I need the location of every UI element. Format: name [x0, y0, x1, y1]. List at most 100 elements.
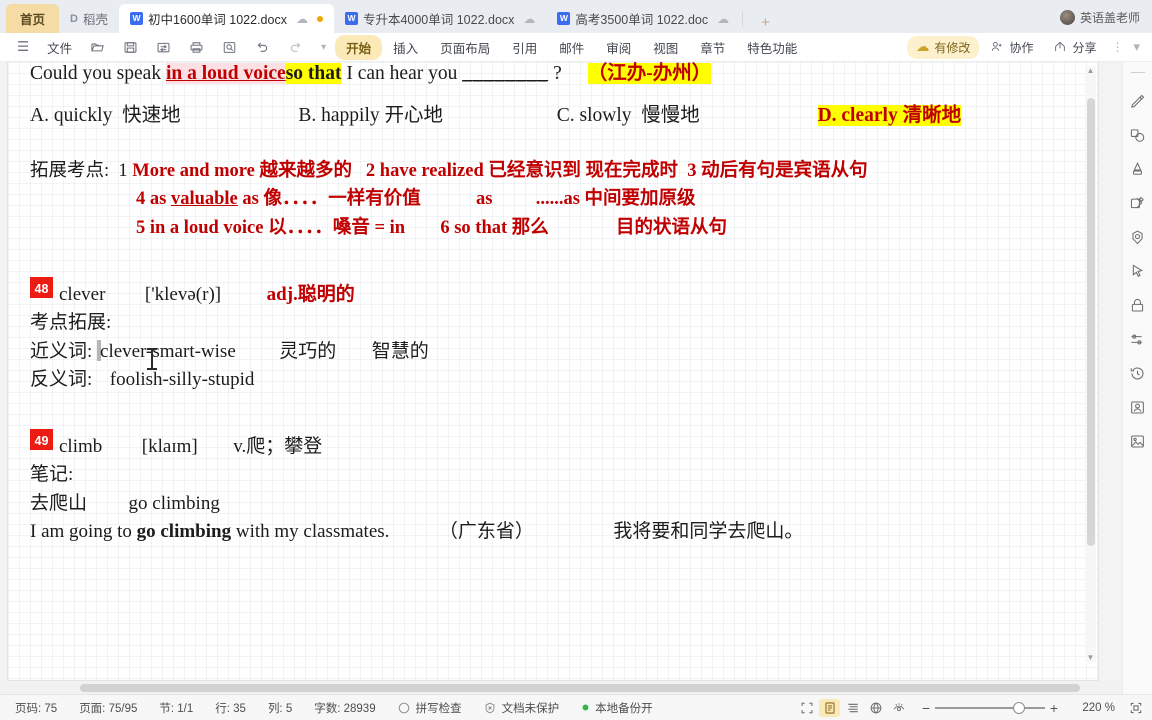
stamp-annotate-icon[interactable] — [1128, 193, 1148, 213]
select-cursor-icon[interactable] — [1128, 261, 1148, 281]
ribbon-tab-start[interactable]: 开始 — [335, 34, 383, 60]
redo-button[interactable] — [279, 37, 312, 58]
status-word-count[interactable]: 字数: 28939 — [303, 700, 386, 716]
unprotected-icon — [484, 701, 497, 714]
ext-line3-en: in a loud voice — [149, 217, 264, 238]
page-view-icon[interactable] — [819, 698, 840, 717]
status-page-number[interactable]: 页码: 75 — [4, 700, 68, 716]
outline-view-icon[interactable] — [842, 699, 863, 717]
status-pages[interactable]: 页面: 75/95 — [68, 700, 148, 716]
tab-docer[interactable]: D 稻壳 — [59, 4, 119, 33]
user-account[interactable]: 英语盖老师 — [1059, 9, 1140, 26]
cloud-icon[interactable]: ☁ — [717, 12, 729, 26]
wps-writer-icon: W — [129, 12, 143, 25]
zoom-slider[interactable]: − + — [917, 700, 1063, 716]
status-column[interactable]: 列: 5 — [257, 700, 303, 716]
ribbon-tab-mailings[interactable]: 邮件 — [548, 35, 595, 60]
status-protection[interactable]: 文档未保护 — [473, 700, 571, 716]
entry-49-phonetic: [klaɪm] — [141, 435, 198, 457]
word-entry-48: 48 clever ['klevə(r)] adj.聪明的 考点拓展: 近义词: … — [30, 276, 1076, 395]
document-page[interactable]: Could you speak in a loud voiceso that I… — [8, 62, 1098, 680]
chevron-down-icon[interactable]: ▾ — [1129, 39, 1144, 55]
entry-48-row-0-extra2: 智慧的 — [371, 340, 429, 362]
ribbon-tab-section[interactable]: 章节 — [689, 35, 736, 60]
ext-cn-3: 动后有句是宾语从句 — [701, 160, 868, 181]
customize-quick-access-button[interactable]: ▾ — [312, 39, 335, 56]
entry-48-pos: adj.聪明的 — [266, 283, 355, 305]
shapes-icon[interactable] — [1128, 125, 1148, 145]
save-button[interactable] — [114, 37, 147, 58]
docer-icon: D — [70, 12, 78, 25]
ribbon-tab-view[interactable]: 视图 — [642, 35, 689, 60]
user-name-label: 英语盖老师 — [1079, 11, 1140, 25]
ribbon-tab-insert[interactable]: 插入 — [382, 35, 429, 60]
fit-page-icon[interactable] — [1125, 699, 1146, 717]
cloud-icon[interactable]: ☁ — [523, 12, 535, 26]
ribbon-right-actions: ☁ 有修改 协作 分享 ⋮ ▾ — [906, 35, 1144, 59]
modified-status-button[interactable]: ☁ 有修改 — [906, 35, 980, 59]
sliders-settings-icon[interactable] — [1128, 329, 1148, 349]
open-folder-button[interactable] — [81, 37, 114, 58]
entry-49-example-translation: 我将要和同学去爬山。 — [613, 521, 804, 543]
tab-doc-1[interactable]: W 初中1600单词 1022.docx ☁ — [118, 4, 334, 33]
web-view-icon[interactable] — [865, 699, 886, 717]
ext-line2-tail1: as — [475, 189, 493, 210]
cloud-icon[interactable]: ☁ — [296, 12, 308, 26]
lock-icon[interactable] — [1128, 295, 1148, 315]
share-button[interactable]: 分享 — [1044, 36, 1105, 59]
app-menu-button[interactable]: ☰ — [8, 36, 38, 58]
tab-doc-2-label: 专升本4000单词 1022.docx — [362, 13, 515, 27]
entry-49-example-bold: go climbing — [136, 521, 232, 543]
zoom-in-button[interactable]: + — [1045, 700, 1063, 716]
hamburger-icon: ☰ — [17, 39, 30, 54]
status-backup[interactable]: 本地备份开 — [570, 700, 664, 716]
horizontal-scrollbar[interactable] — [0, 681, 1122, 694]
print-button[interactable] — [180, 37, 213, 58]
history-clock-icon[interactable] — [1128, 363, 1148, 383]
tab-home[interactable]: 首页 — [6, 4, 60, 33]
entry-49-example-pre: I am going to — [30, 521, 137, 543]
entry-48-header: 48 clever ['klevə(r)] adj.聪明的 — [30, 276, 1076, 310]
zoom-out-button[interactable]: − — [917, 700, 935, 716]
file-menu-button[interactable]: 文件 — [38, 35, 81, 60]
undo-button[interactable] — [246, 37, 279, 58]
save-icon — [123, 40, 138, 55]
tab-doc-2[interactable]: W 专升本4000单词 1022.docx ☁ — [334, 4, 546, 33]
option-d-letter: D. — [817, 104, 837, 126]
ribbon-tab-references[interactable]: 引用 — [501, 35, 548, 60]
option-b-word: happily — [321, 104, 380, 126]
status-row[interactable]: 行: 35 — [204, 700, 257, 716]
ext-num-1: 1 — [118, 160, 128, 181]
extension-line-3: 5 in a loud voice 以．．．．嗓音 = in 6 so that… — [30, 214, 1076, 243]
scroll-up-button[interactable]: ▲ — [1086, 66, 1095, 75]
more-vertical-icon[interactable]: ⋮ — [1107, 40, 1127, 54]
ribbon-tab-page-layout[interactable]: 页面布局 — [429, 35, 501, 60]
ink-pen-icon[interactable] — [1128, 159, 1148, 179]
rail-collapse-handle[interactable] — [1130, 72, 1145, 73]
scroll-down-button[interactable]: ▼ — [1086, 653, 1095, 662]
question-blank: ________ — [462, 63, 549, 84]
ribbon-tab-review[interactable]: 审阅 — [595, 35, 642, 60]
ribbon-tab-special[interactable]: 特色功能 — [736, 35, 808, 60]
fullscreen-icon[interactable] — [796, 699, 817, 717]
picture-icon[interactable] — [1128, 431, 1148, 451]
eye-reading-icon[interactable] — [888, 699, 909, 717]
person-photo-icon[interactable] — [1128, 397, 1148, 417]
print-preview-button[interactable] — [213, 37, 246, 58]
status-section[interactable]: 节: 1/1 — [148, 700, 204, 716]
horizontal-scroll-thumb[interactable] — [80, 684, 1080, 692]
file-menu-label: 文件 — [47, 41, 73, 56]
save-as-button[interactable] — [147, 37, 180, 58]
highlighter-pen-icon[interactable] — [1128, 91, 1148, 111]
document-area[interactable]: Could you speak in a loud voiceso that I… — [0, 62, 1122, 694]
vertical-scrollbar[interactable]: ▲ ▼ — [1085, 66, 1096, 662]
zoom-knob[interactable] — [1013, 701, 1025, 714]
vertical-scroll-thumb[interactable] — [1087, 98, 1095, 546]
tab-doc-3[interactable]: W 高考3500单词 1022.doc ☁ — [546, 4, 740, 33]
collaborate-button[interactable]: 协作 — [981, 36, 1042, 59]
zoom-track[interactable] — [935, 701, 1045, 714]
status-spellcheck[interactable]: 拼写检查 — [387, 700, 473, 716]
new-tab-button[interactable]: + — [745, 14, 786, 33]
badge-seal-icon[interactable] — [1128, 227, 1148, 247]
zoom-value-label[interactable]: 220 % — [1071, 702, 1115, 714]
